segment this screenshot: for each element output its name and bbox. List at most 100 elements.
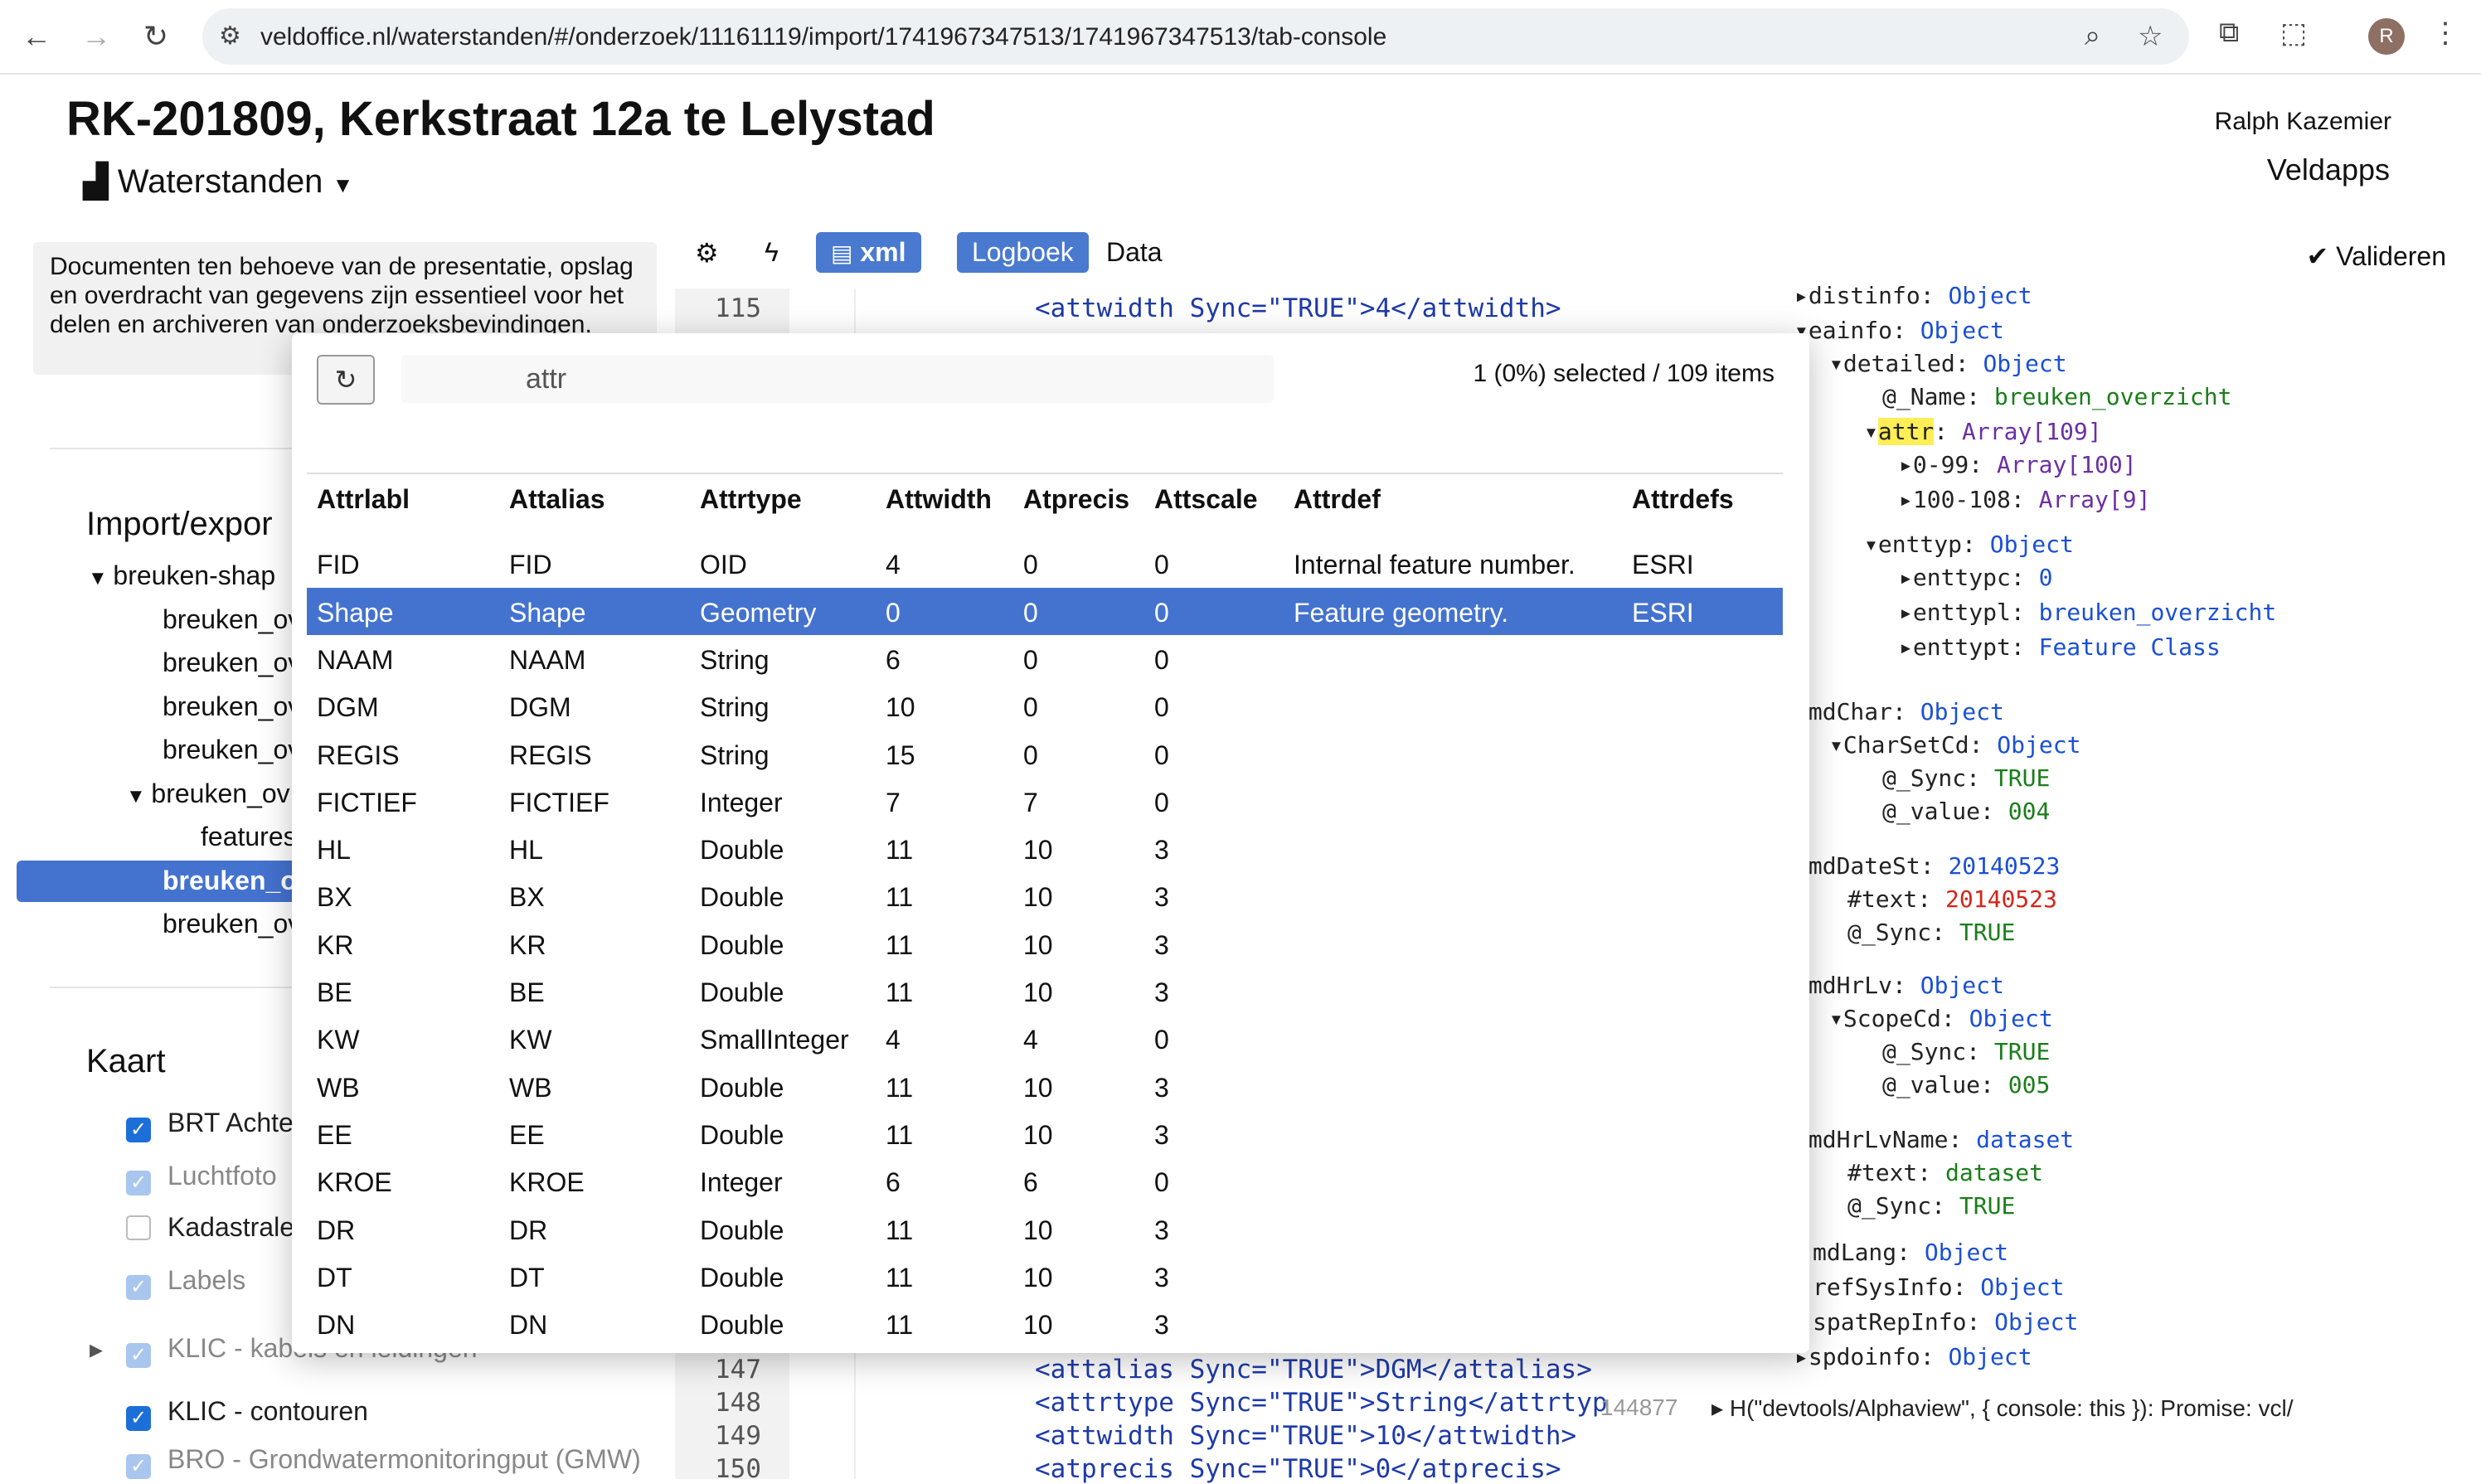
- tree-item[interactable]: ▼ breuken-shap: [88, 560, 275, 591]
- expanded-arrow-icon[interactable]: ▾: [1829, 731, 1843, 759]
- module-dropdown[interactable]: ▟ Waterstanden ▼: [83, 162, 353, 201]
- table-row[interactable]: KROE KROE Integer 6 6 0: [307, 1157, 1783, 1205]
- table-row[interactable]: DR DR Double 11 10 3: [307, 1205, 1783, 1253]
- layer-checkbox[interactable]: ✓: [126, 1406, 151, 1431]
- caret-down-icon[interactable]: ▼: [88, 567, 113, 589]
- table-row[interactable]: REGIS REGIS String 15 0 0: [307, 730, 1783, 778]
- zoom-icon[interactable]: ⌕: [2085, 20, 2100, 52]
- layer-checkbox[interactable]: ✓: [126, 1275, 151, 1300]
- address-bar[interactable]: ⚙ veldoffice.nl/waterstanden/#/onderzoek…: [202, 8, 2189, 65]
- layer-checkbox[interactable]: ✓: [126, 1343, 151, 1368]
- column-header[interactable]: Attrdefs: [1632, 484, 1734, 515]
- forward-arrow-icon[interactable]: →: [75, 15, 118, 58]
- layer-checkbox[interactable]: ✓: [126, 1118, 151, 1142]
- filter-input[interactable]: [401, 355, 1274, 403]
- back-arrow-icon[interactable]: ←: [15, 15, 58, 58]
- layer-checkbox[interactable]: ✓: [126, 1171, 151, 1195]
- object-property[interactable]: ▸enttypc: 0: [1899, 564, 2052, 591]
- table-row[interactable]: KW KW SmallInteger 4 4 0: [307, 1015, 1783, 1062]
- code-line[interactable]: <attwidth Sync="TRUE">10</attwidth>: [1035, 1421, 1576, 1451]
- caret-down-icon[interactable]: ▼: [126, 785, 151, 807]
- tree-item[interactable]: breuken_ov: [163, 647, 301, 678]
- layer-item[interactable]: ✓ KLIC - contouren: [126, 1396, 368, 1431]
- column-header[interactable]: Attwidth: [886, 484, 992, 515]
- object-property[interactable]: ▾mdHrLv: Object: [1794, 972, 2004, 999]
- tree-item[interactable]: features: [201, 822, 297, 852]
- tree-item[interactable]: breuken_ov: [163, 691, 301, 722]
- code-line[interactable]: <atprecis Sync="TRUE">0</atprecis>: [1035, 1454, 1561, 1484]
- validate-button[interactable]: ✔ Valideren: [2306, 240, 2446, 272]
- object-property[interactable]: ▸enttypl: breuken_overzicht: [1899, 599, 2276, 626]
- layer-item[interactable]: Kadastrale: [126, 1212, 294, 1243]
- table-row[interactable]: EE EE Double 11 10 3: [307, 1110, 1783, 1157]
- layer-item[interactable]: ✓ Labels: [126, 1265, 245, 1300]
- object-property[interactable]: ▸0-99: Array[100]: [1899, 451, 2137, 478]
- object-property[interactable]: ▾ScopeCd: Object: [1829, 1005, 2053, 1032]
- user-name[interactable]: Ralph Kazemier: [2215, 108, 2391, 136]
- expanded-arrow-icon[interactable]: ▾: [1829, 350, 1843, 377]
- tree-item[interactable]: breuken_ov: [163, 735, 301, 765]
- table-row[interactable]: DN DN Double 11 10 3: [307, 1300, 1783, 1335]
- expanded-arrow-icon[interactable]: ▾: [1829, 1005, 1843, 1032]
- logboek-tab[interactable]: Logboek: [957, 232, 1089, 273]
- object-property[interactable]: ▾detailed: Object: [1829, 350, 2067, 377]
- layer-checkbox[interactable]: ✓: [126, 1454, 151, 1479]
- table-row[interactable]: WB WB Double 11 10 3: [307, 1063, 1783, 1110]
- object-property[interactable]: ▾mdHrLvName: dataset: [1794, 1126, 2074, 1153]
- site-info-icon[interactable]: ⚙: [219, 22, 241, 51]
- column-header[interactable]: Attalias: [509, 484, 605, 515]
- profile-avatar[interactable]: R: [2368, 18, 2405, 55]
- collapsed-arrow-icon[interactable]: ▸: [1899, 451, 1913, 478]
- column-header[interactable]: Attrlabl: [317, 484, 410, 515]
- expand-arrow-icon[interactable]: ▸: [1711, 1395, 1730, 1421]
- settings-gear-icon[interactable]: ⚙: [695, 237, 719, 269]
- table-row[interactable]: BX BX Double 11 10 3: [307, 872, 1783, 919]
- url-text[interactable]: veldoffice.nl/waterstanden/#/onderzoek/1…: [260, 23, 1386, 51]
- bookmark-star-icon[interactable]: ☆: [2138, 20, 2163, 53]
- table-row[interactable]: FID FID OID 4 0 0 Internal feature number. ESRI…: [307, 540, 1783, 587]
- collapsed-arrow-icon[interactable]: ▸: [1899, 564, 1913, 591]
- column-header[interactable]: Atprecis: [1023, 484, 1129, 515]
- tree-item[interactable]: ▼ breuken_ov: [126, 778, 290, 809]
- reload-icon[interactable]: ↻: [134, 15, 177, 58]
- object-property[interactable]: ▾CharSetCd: Object: [1829, 731, 2080, 759]
- layer-item[interactable]: ✓ Luchtfoto: [126, 1161, 277, 1195]
- extensions-icon[interactable]: ⬚: [2280, 17, 2307, 50]
- table-row[interactable]: HL HL Double 11 10 3: [307, 825, 1783, 872]
- expanded-arrow-icon[interactable]: ▾: [1864, 418, 1878, 445]
- column-header[interactable]: Attrdef: [1294, 484, 1381, 515]
- collapsed-arrow-icon[interactable]: ▸: [1794, 282, 1809, 309]
- code-line[interactable]: <attwidth Sync="TRUE">4</attwidth>: [1035, 293, 1561, 323]
- collapsed-arrow-icon[interactable]: ▸: [1899, 486, 1913, 513]
- code-line[interactable]: <attalias Sync="TRUE">DGM</attalias>: [1035, 1355, 1592, 1385]
- refresh-button[interactable]: ↻: [317, 355, 375, 405]
- expand-arrow-icon[interactable]: ▸: [90, 1333, 103, 1365]
- object-property[interactable]: ▸enttypt: Feature Class: [1899, 633, 2221, 661]
- object-property[interactable]: ▾mdChar: Object: [1794, 698, 2004, 725]
- browser-menu-icon[interactable]: ⋮: [2431, 17, 2459, 50]
- layer-item[interactable]: ✓ BRT Achte: [126, 1108, 294, 1142]
- object-property[interactable]: ▾enttyp: Object: [1864, 531, 2074, 558]
- object-property[interactable]: ▾attr: Array[109]: [1864, 418, 2102, 445]
- collapsed-arrow-icon[interactable]: ▸: [1899, 633, 1913, 661]
- object-property[interactable]: ▸spdoinfo: Object: [1794, 1343, 2032, 1370]
- layer-item[interactable]: ✓ BRO - Grondwatermonitoringput (GMW): [126, 1444, 641, 1479]
- table-row[interactable]: Shape Shape Geometry 0 0 0 Feature geometry. ES…: [307, 587, 1783, 635]
- table-row[interactable]: BE BE Double 11 10 3: [307, 968, 1783, 1015]
- console-line[interactable]: ▸ H("devtools/Alphaview", { console: thi…: [1711, 1394, 2294, 1422]
- lightning-icon[interactable]: ϟ: [765, 237, 779, 268]
- object-property[interactable]: ▾eainfo: Object: [1794, 317, 2004, 344]
- tree-item[interactable]: breuken_ov: [163, 909, 301, 939]
- app-menu[interactable]: Veldapps: [2267, 153, 2390, 187]
- table-row[interactable]: DT DT Double 11 10 3: [307, 1253, 1783, 1300]
- object-property[interactable]: ▾mdDateSt: 20140523: [1794, 852, 2060, 880]
- expanded-arrow-icon[interactable]: ▾: [1864, 531, 1878, 558]
- column-header[interactable]: Attscale: [1154, 484, 1258, 515]
- tree-item[interactable]: breuken_ov: [163, 604, 301, 635]
- table-row[interactable]: FICTIEF FICTIEF Integer 7 7 0: [307, 778, 1783, 825]
- layer-checkbox[interactable]: [126, 1215, 151, 1240]
- tree-item[interactable]: breuken_o: [163, 866, 297, 896]
- data-tab[interactable]: Data: [1106, 237, 1163, 268]
- code-line[interactable]: <attrtype Sync="TRUE">String</attrtyp: [1035, 1388, 1608, 1418]
- table-row[interactable]: DGM DGM String 10 0 0: [307, 682, 1783, 730]
